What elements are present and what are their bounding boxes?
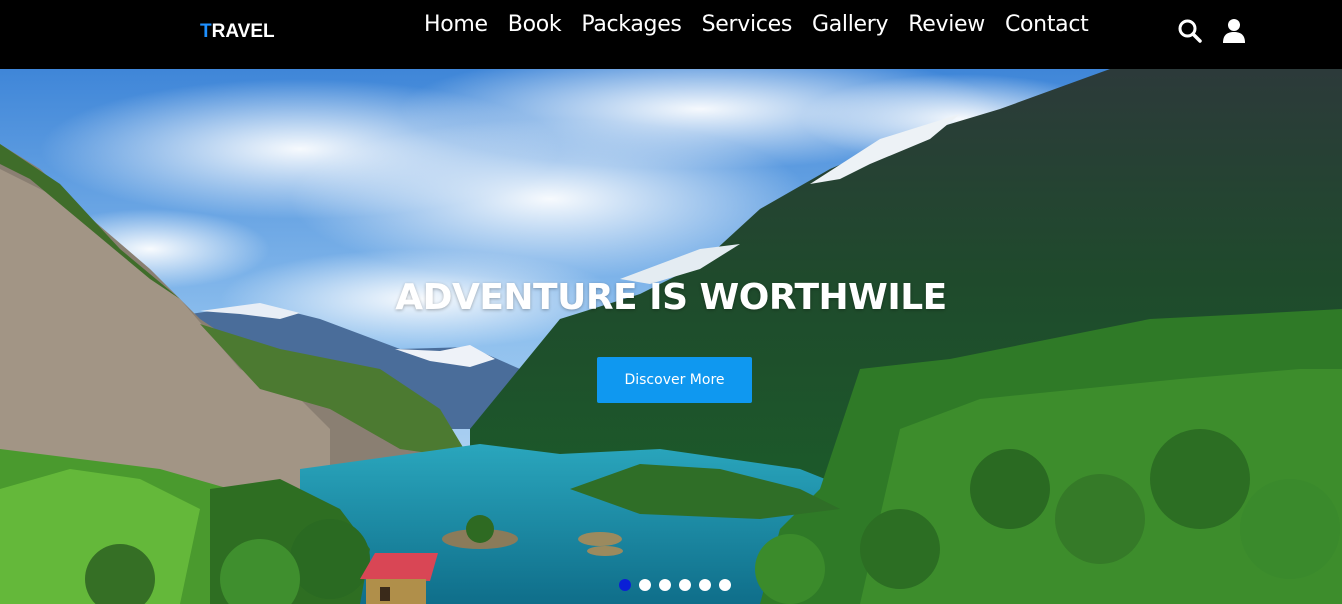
slider-dot-6[interactable] [719,579,731,591]
brand-logo[interactable]: TRAVEL [200,21,275,43]
slider-dot-4[interactable] [679,579,691,591]
nav-link-services[interactable]: Services [692,10,802,40]
hero-title: ADVENTURE IS WORTHWILE [395,277,947,318]
discover-more-button[interactable]: Discover More [597,357,752,403]
top-navbar: TRAVEL Home Book Packages Services Galle… [0,0,1342,69]
brand-logo-rest: RAVEL [211,21,275,42]
brand-logo-first-letter: T [200,21,212,42]
nav-link-contact[interactable]: Contact [995,10,1099,40]
slider-dot-1[interactable] [619,579,631,591]
user-icon[interactable] [1220,16,1248,46]
nav-link-packages[interactable]: Packages [571,10,691,40]
nav-icons [1176,16,1248,46]
hero-landscape-image [0,69,1342,604]
slider-dot-5[interactable] [699,579,711,591]
nav-link-book[interactable]: Book [498,10,572,40]
search-icon[interactable] [1176,16,1204,46]
slider-dot-2[interactable] [639,579,651,591]
nav-link-home[interactable]: Home [414,10,498,40]
slider-dot-3[interactable] [659,579,671,591]
main-nav: Home Book Packages Services Gallery Revi… [414,10,1098,40]
nav-link-review[interactable]: Review [898,10,995,40]
hero-section: ADVENTURE IS WORTHWILE Discover More [0,69,1342,604]
slider-dots [619,579,731,591]
nav-link-gallery[interactable]: Gallery [802,10,898,40]
